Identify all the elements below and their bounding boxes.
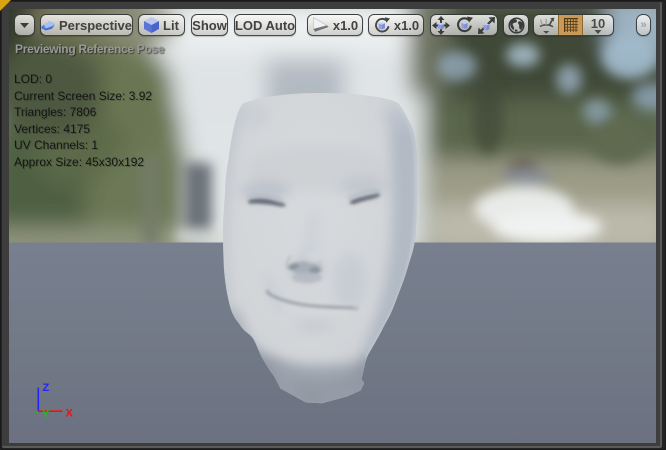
svg-text:Z: Z [43, 382, 50, 394]
svg-text:Y: Y [42, 409, 50, 421]
svg-text:X: X [66, 408, 74, 420]
